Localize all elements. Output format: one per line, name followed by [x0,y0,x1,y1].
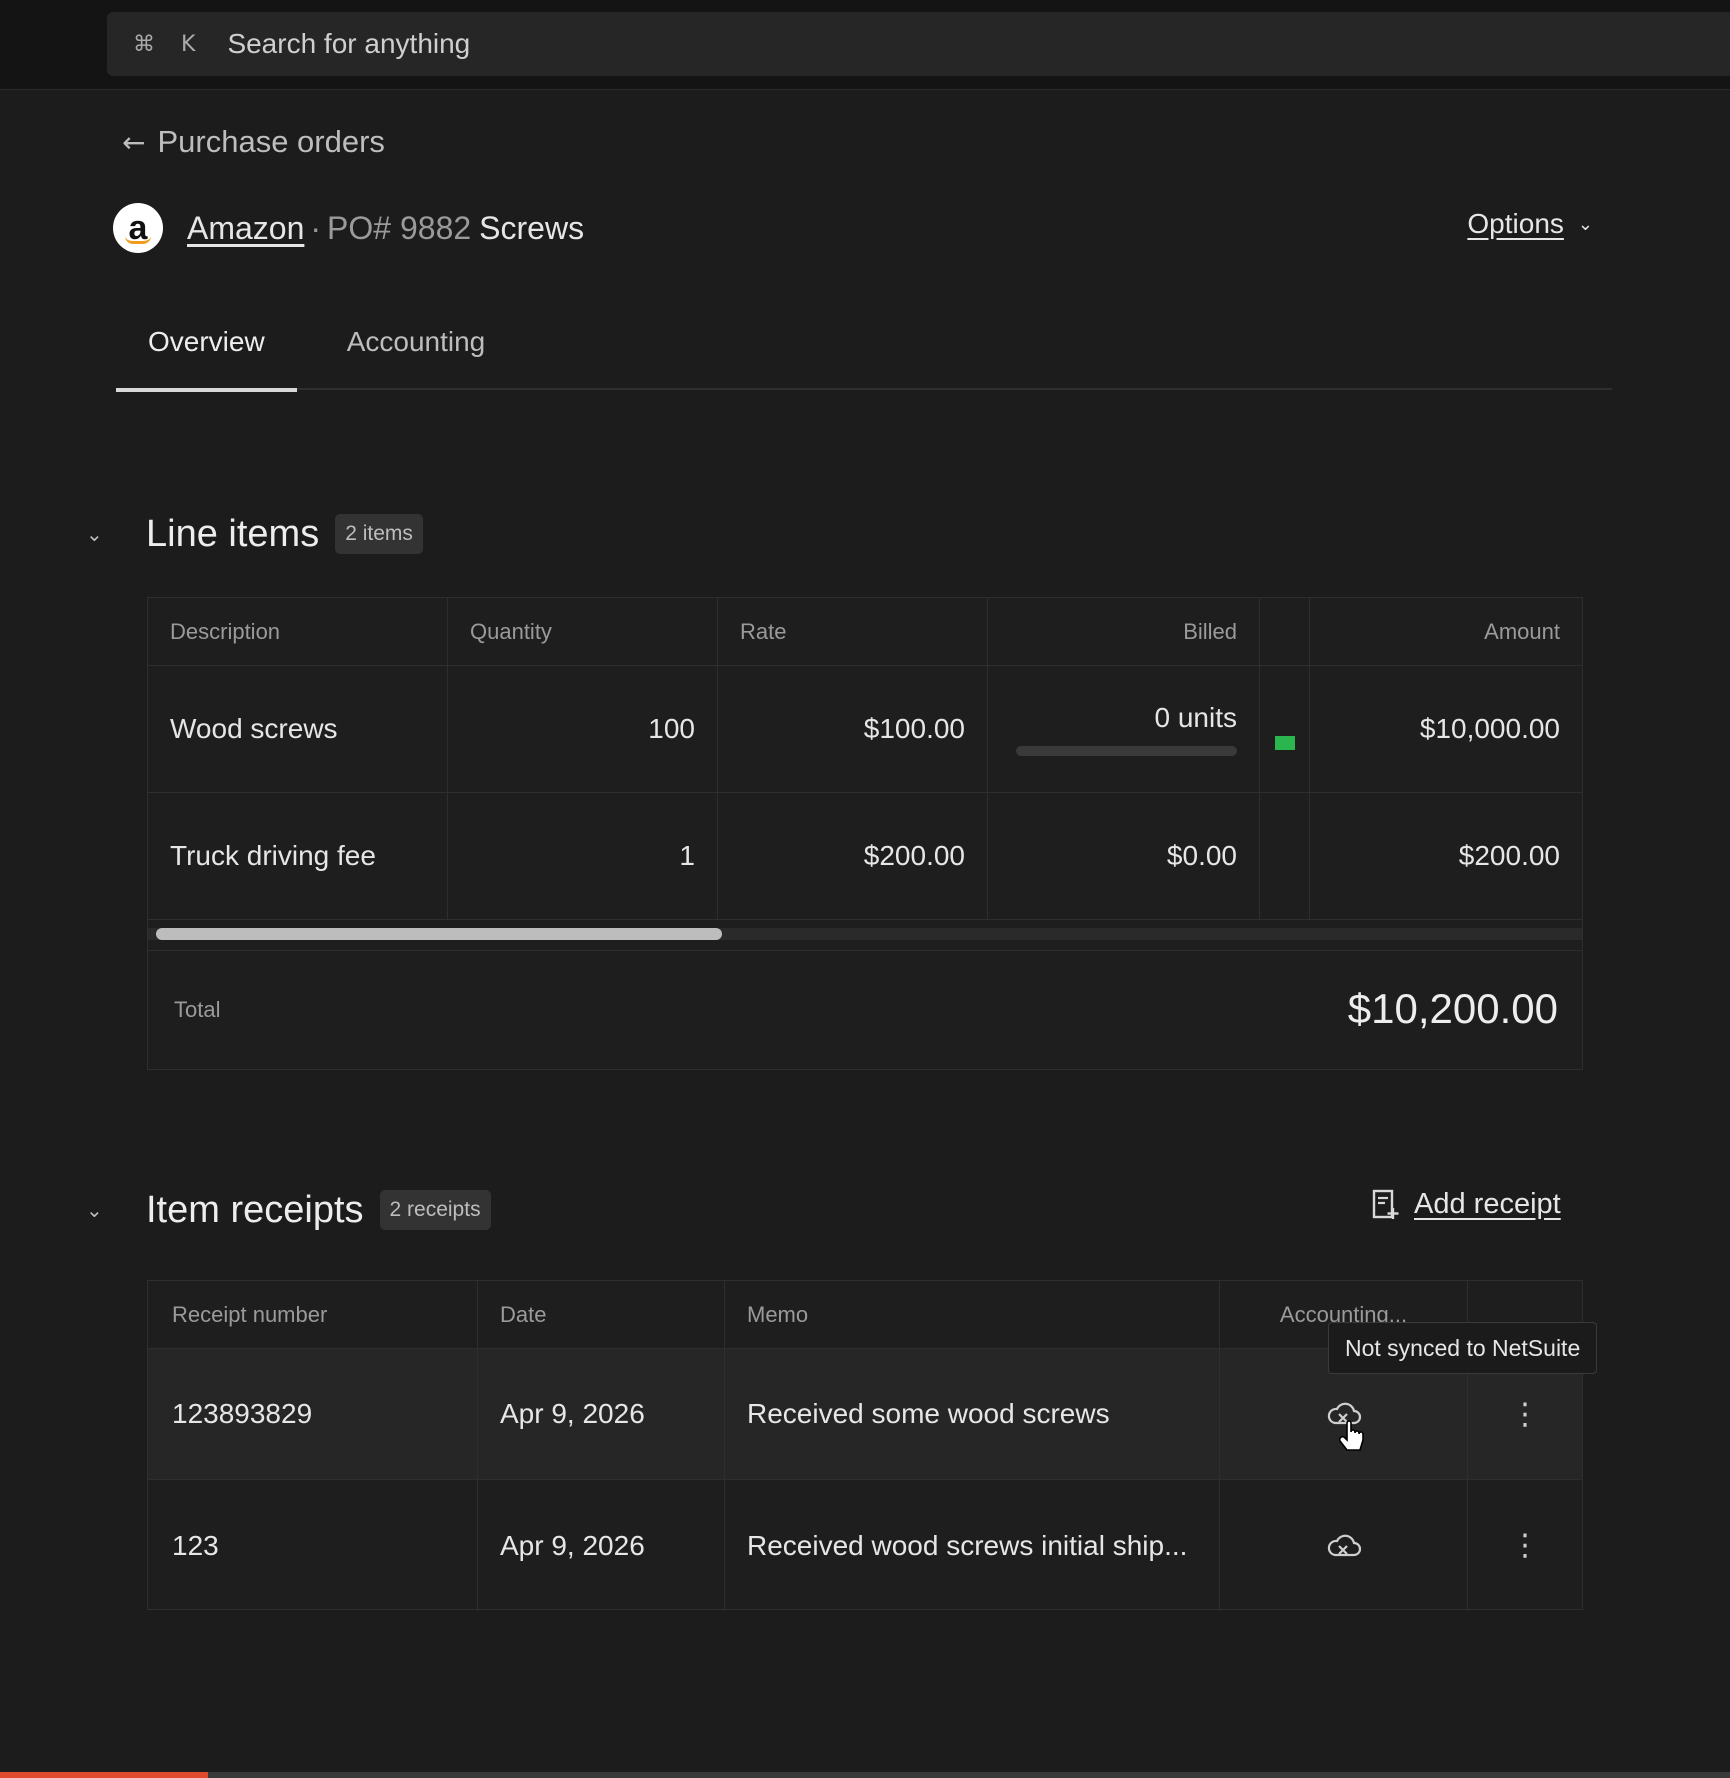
tab-bar: Overview Accounting [116,310,1612,392]
row-billed: $0.00 [988,793,1260,919]
line-items-header-row: Description Quantity Rate Billed Amount [148,598,1582,666]
row-memo: Received some wood screws [725,1349,1220,1479]
sync-status-tooltip: Not synced to NetSuite [1328,1322,1598,1374]
row-accounting-cell [1220,1480,1468,1611]
row-receipt-number: 123 [148,1480,478,1611]
billed-progress-bar [1016,746,1237,756]
col-indicator [1260,598,1310,665]
add-receipt-label: Add receipt [1414,1188,1561,1220]
col-quantity: Quantity [448,598,718,665]
top-bar: ⌘ K Search for anything [0,0,1730,90]
row-billed-cell: 0 units [988,666,1260,792]
row-quantity: 1 [448,793,718,919]
row-actions-cell: ⋮ [1468,1480,1582,1611]
video-progress-fill [0,1772,208,1778]
collapse-item-receipts-chevron-icon[interactable]: ⌄ [86,1198,146,1222]
item-receipts-header: ⌄ Item receipts 2 receipts [86,1184,491,1236]
row-billed: 0 units [1154,702,1238,733]
row-rate: $200.00 [718,793,988,919]
col-memo: Memo [725,1281,1220,1348]
collapse-line-items-chevron-icon[interactable]: ⌄ [86,522,146,546]
col-description: Description [148,598,448,665]
tab-accounting[interactable]: Accounting [315,310,518,390]
chevron-down-icon: ⌄ [1577,213,1593,235]
row-quantity: 100 [448,666,718,792]
col-billed: Billed [988,598,1260,665]
row-indicator-cell [1260,793,1310,919]
item-receipts-count-badge: 2 receipts [379,1190,491,1230]
col-rate: Rate [718,598,988,665]
row-indicator-cell [1260,666,1310,792]
po-name: Screws [479,209,585,246]
row-description: Wood screws [148,666,448,792]
video-progress-bar[interactable] [0,1772,1730,1778]
horizontal-scrollbar[interactable] [148,928,1582,940]
arrow-left-icon: ← [122,125,146,159]
scrollbar-thumb[interactable] [156,928,722,940]
line-items-count-badge: 2 items [335,514,423,554]
col-receipt-number: Receipt number [148,1281,478,1348]
row-amount: $200.00 [1458,840,1560,871]
row-date: Apr 9, 2026 [478,1349,725,1479]
cloud-off-sync-icon[interactable] [1326,1531,1362,1561]
table-row[interactable]: Truck driving fee 1 $200.00 $0.00 $200.0… [148,793,1582,920]
amazon-logo-icon: a [113,203,163,253]
row-description: Truck driving fee [148,793,448,919]
options-label: Options [1467,208,1564,239]
vendor-link[interactable]: Amazon [187,210,304,247]
line-items-title: Line items [146,512,320,555]
search-placeholder: Search for anything [227,28,471,59]
table-row[interactable]: 123 Apr 9, 2026 Received wood screws ini… [148,1480,1582,1611]
row-receipt-number: 123893829 [148,1349,478,1479]
k-key-hint: K [181,31,196,57]
total-row: Total $10,200.00 [147,950,1583,1070]
page-header: a Amazon · PO# 9882 Screws Options ⌄ [113,200,1593,256]
row-amount: $10,000.00 [1419,713,1560,744]
more-vertical-icon[interactable]: ⋮ [1510,1528,1540,1563]
title-separator: · [310,209,322,246]
receipt-add-icon [1372,1189,1399,1219]
search-input[interactable]: ⌘ K Search for anything [107,12,1730,76]
options-dropdown[interactable]: Options ⌄ [1467,208,1593,240]
total-label: Total [174,997,221,1022]
more-vertical-icon[interactable]: ⋮ [1510,1397,1540,1432]
po-number: PO# 9882 [327,209,472,246]
line-items-table: Description Quantity Rate Billed Amount … [147,597,1583,951]
back-to-purchase-orders-link[interactable]: ← Purchase orders [122,120,385,164]
back-label: Purchase orders [157,124,385,159]
item-receipts-title: Item receipts [146,1188,364,1231]
row-rate: $100.00 [718,666,988,792]
col-date: Date [478,1281,725,1348]
col-amount: Amount [1484,618,1560,644]
row-date: Apr 9, 2026 [478,1480,725,1611]
row-memo: Received wood screws initial ship... [725,1480,1220,1611]
add-receipt-button[interactable]: Add receipt [1372,1188,1561,1221]
total-value: $10,200.00 [1347,985,1558,1032]
command-key-icon: ⌘ [133,31,155,57]
hand-cursor-icon [1338,1420,1364,1451]
table-row[interactable]: Wood screws 100 $100.00 0 units $10,000.… [148,666,1582,793]
status-indicator [1274,736,1295,750]
tab-overview[interactable]: Overview [116,310,297,392]
line-items-header: ⌄ Line items 2 items [86,508,423,560]
